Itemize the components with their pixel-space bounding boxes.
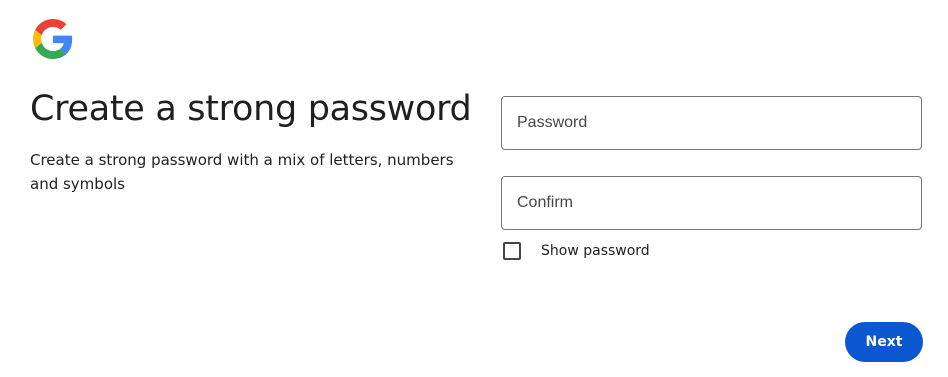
page-subtitle: Create a strong password with a mix of l… xyxy=(30,151,454,193)
show-password-checkbox[interactable] xyxy=(503,242,521,260)
google-g-icon xyxy=(33,19,73,59)
google-logo xyxy=(33,19,73,59)
password-field[interactable] xyxy=(501,96,922,150)
confirm-field[interactable] xyxy=(501,176,922,230)
show-password-label[interactable]: Show password xyxy=(541,243,650,259)
page-title: Create a strong password xyxy=(30,89,472,129)
show-password-row[interactable]: Show password xyxy=(503,240,650,262)
next-button[interactable]: Next xyxy=(845,322,923,362)
password-input[interactable] xyxy=(502,97,921,149)
confirm-password-input[interactable] xyxy=(502,177,921,229)
